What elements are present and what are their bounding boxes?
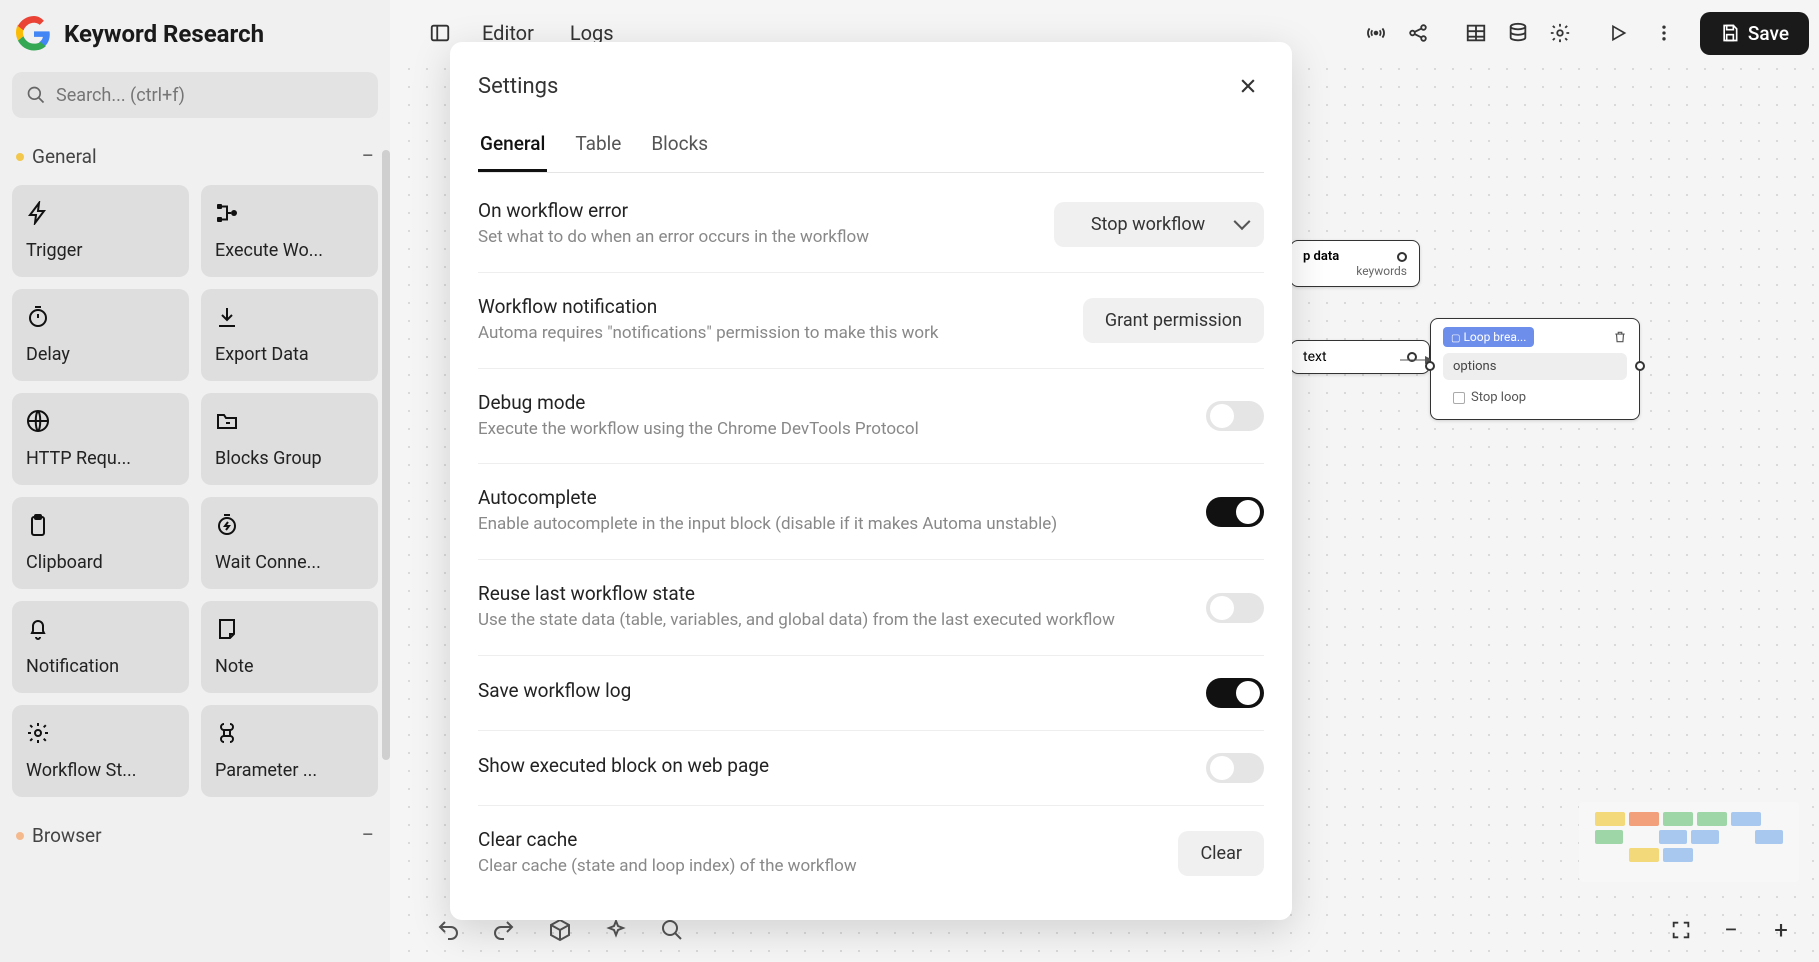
setting-on-error: On workflow error Set what to do when an… <box>478 177 1264 273</box>
setting-reuse-state: Reuse last workflow state Use the state … <box>478 560 1264 656</box>
setting-title: Autocomplete <box>478 486 1186 509</box>
setting-clear-cache: Clear cache Clear cache (state and loop … <box>478 806 1264 901</box>
setting-desc: Set what to do when an error occurs in t… <box>478 226 1034 250</box>
modal-tabs: General Table Blocks <box>478 122 1264 173</box>
autocomplete-toggle[interactable] <box>1206 497 1264 527</box>
show-executed-toggle[interactable] <box>1206 753 1264 783</box>
setting-desc: Automa requires "notifications" permissi… <box>478 322 1063 346</box>
tab-blocks[interactable]: Blocks <box>649 122 710 172</box>
modal-title: Settings <box>478 74 558 99</box>
setting-save-log: Save workflow log <box>478 656 1264 731</box>
setting-title: Workflow notification <box>478 295 1063 318</box>
setting-show-executed: Show executed block on web page <box>478 731 1264 806</box>
clear-cache-button[interactable]: Clear <box>1178 831 1264 876</box>
setting-title: Save workflow log <box>478 679 1186 702</box>
reuse-state-toggle[interactable] <box>1206 593 1264 623</box>
setting-title: Show executed block on web page <box>478 754 1186 777</box>
setting-title: Clear cache <box>478 828 1158 851</box>
save-log-toggle[interactable] <box>1206 678 1264 708</box>
setting-autocomplete: Autocomplete Enable autocomplete in the … <box>478 464 1264 560</box>
grant-permission-button[interactable]: Grant permission <box>1083 298 1264 343</box>
on-error-select-wrap[interactable]: Stop workflow <box>1054 202 1264 247</box>
setting-title: Reuse last workflow state <box>478 582 1186 605</box>
on-error-select[interactable]: Stop workflow <box>1054 202 1264 247</box>
setting-title: Debug mode <box>478 391 1186 414</box>
setting-desc: Use the state data (table, variables, an… <box>478 609 1186 633</box>
tab-general[interactable]: General <box>478 122 547 172</box>
tab-table[interactable]: Table <box>573 122 623 172</box>
modal-header: Settings <box>478 70 1264 102</box>
setting-desc: Enable autocomplete in the input block (… <box>478 513 1186 537</box>
setting-title: On workflow error <box>478 199 1034 222</box>
modal-close-button[interactable] <box>1232 70 1264 102</box>
setting-desc: Clear cache (state and loop index) of th… <box>478 855 1158 879</box>
settings-modal: Settings General Table Blocks On workflo… <box>450 42 1292 920</box>
setting-debug: Debug mode Execute the workflow using th… <box>478 369 1264 465</box>
settings-list: On workflow error Set what to do when an… <box>478 177 1264 920</box>
setting-notification: Workflow notification Automa requires "n… <box>478 273 1264 369</box>
setting-desc: Execute the workflow using the Chrome De… <box>478 418 1186 442</box>
debug-toggle[interactable] <box>1206 401 1264 431</box>
close-icon <box>1238 76 1258 96</box>
